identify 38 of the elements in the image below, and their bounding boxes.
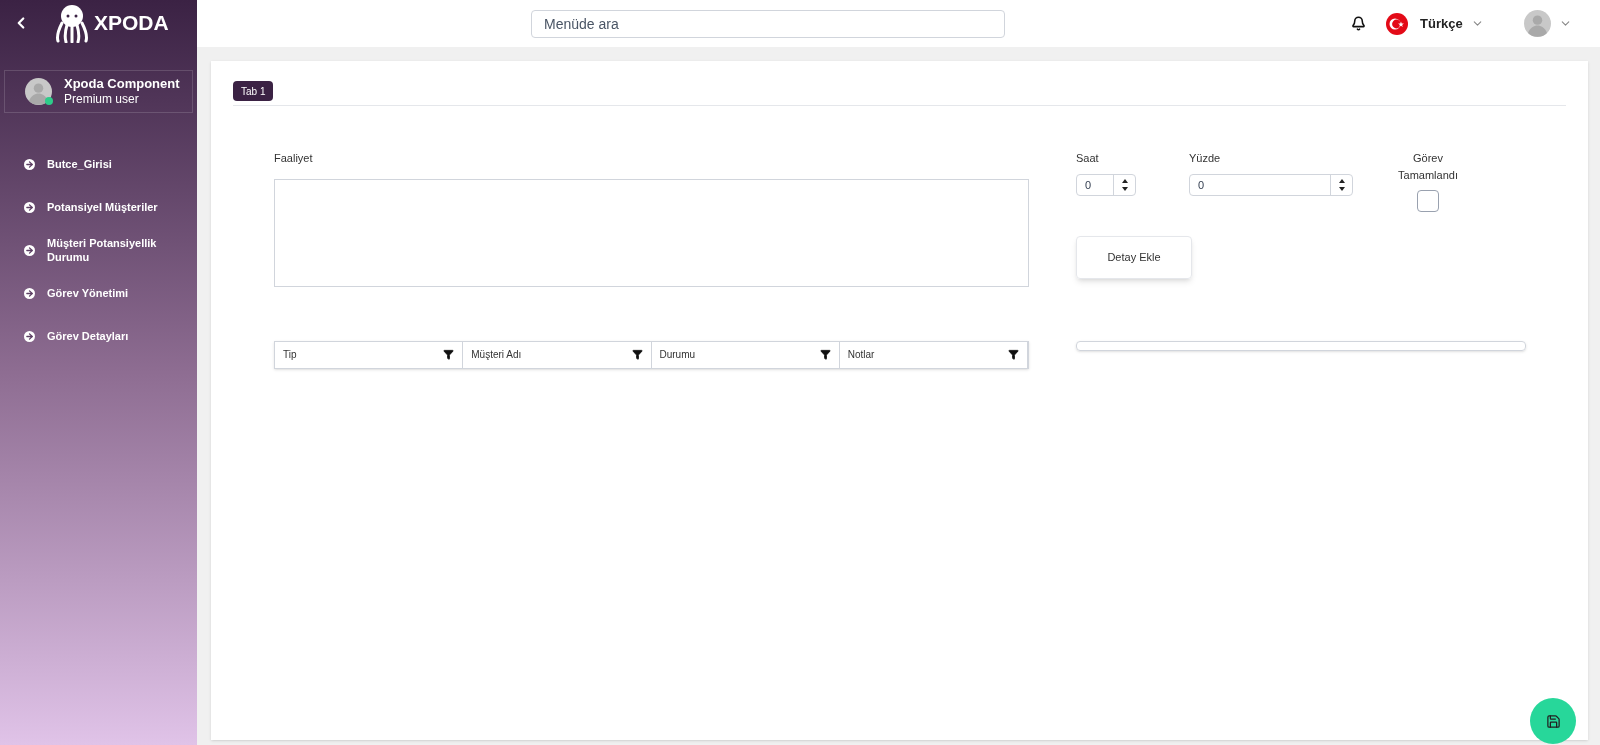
number-input[interactable]: 0 [1077,176,1113,194]
user-name: Xpoda Component [64,75,180,93]
sidebar-item[interactable]: Butce_Girisi [0,143,190,186]
octopus-logo-icon [54,2,90,43]
number-field[interactable]: 0 [1189,174,1353,196]
save-icon [1545,713,1561,729]
filter-icon[interactable] [631,349,643,360]
column-header[interactable]: Tip [275,341,464,368]
field-label: Görev Tamamlandı [1397,151,1459,183]
number-input[interactable]: 0 [1190,176,1330,194]
column-header[interactable]: Müşteri Adı [463,341,652,368]
filter-icon[interactable] [443,349,455,360]
tab[interactable]: Tab 1 [233,81,274,101]
spin-arrows-icon[interactable] [1120,178,1129,192]
avatar-icon [25,78,52,105]
filter-icon[interactable] [1008,349,1019,360]
logo-text: XPODA [94,9,169,36]
number-field[interactable]: 0 [1076,174,1136,196]
sidebar-item[interactable]: Müşteri Potansiyellik Durumu [0,229,190,272]
bell-icon[interactable] [1351,16,1366,31]
search-field[interactable]: Menüde ara [531,9,1005,38]
field-label: Faaliyet [274,151,314,166]
column-header[interactable]: Durumu [651,341,840,368]
checkbox[interactable] [1417,190,1439,212]
language-dropdown[interactable]: Türkçe [1420,13,1484,34]
field-label: Yüzde [1189,151,1222,166]
spin-arrows-icon[interactable] [1337,178,1346,192]
avatar-icon [1523,10,1551,37]
sidebar-item[interactable]: Görev Yönetimi [0,272,190,315]
field-label: Saat [1076,151,1100,166]
save-button[interactable] [1530,698,1576,744]
user-role: Premium user [64,92,140,108]
sidebar-item[interactable]: Görev Detayları [0,315,190,358]
filter-icon[interactable] [819,349,831,360]
flag-icon[interactable] [1386,12,1408,35]
add-detail-button[interactable]: Detay Ekle [1076,236,1192,279]
column-header[interactable]: Notlar [839,341,1028,368]
sidebar-item[interactable]: Potansiyel Müşteriler [0,186,190,229]
